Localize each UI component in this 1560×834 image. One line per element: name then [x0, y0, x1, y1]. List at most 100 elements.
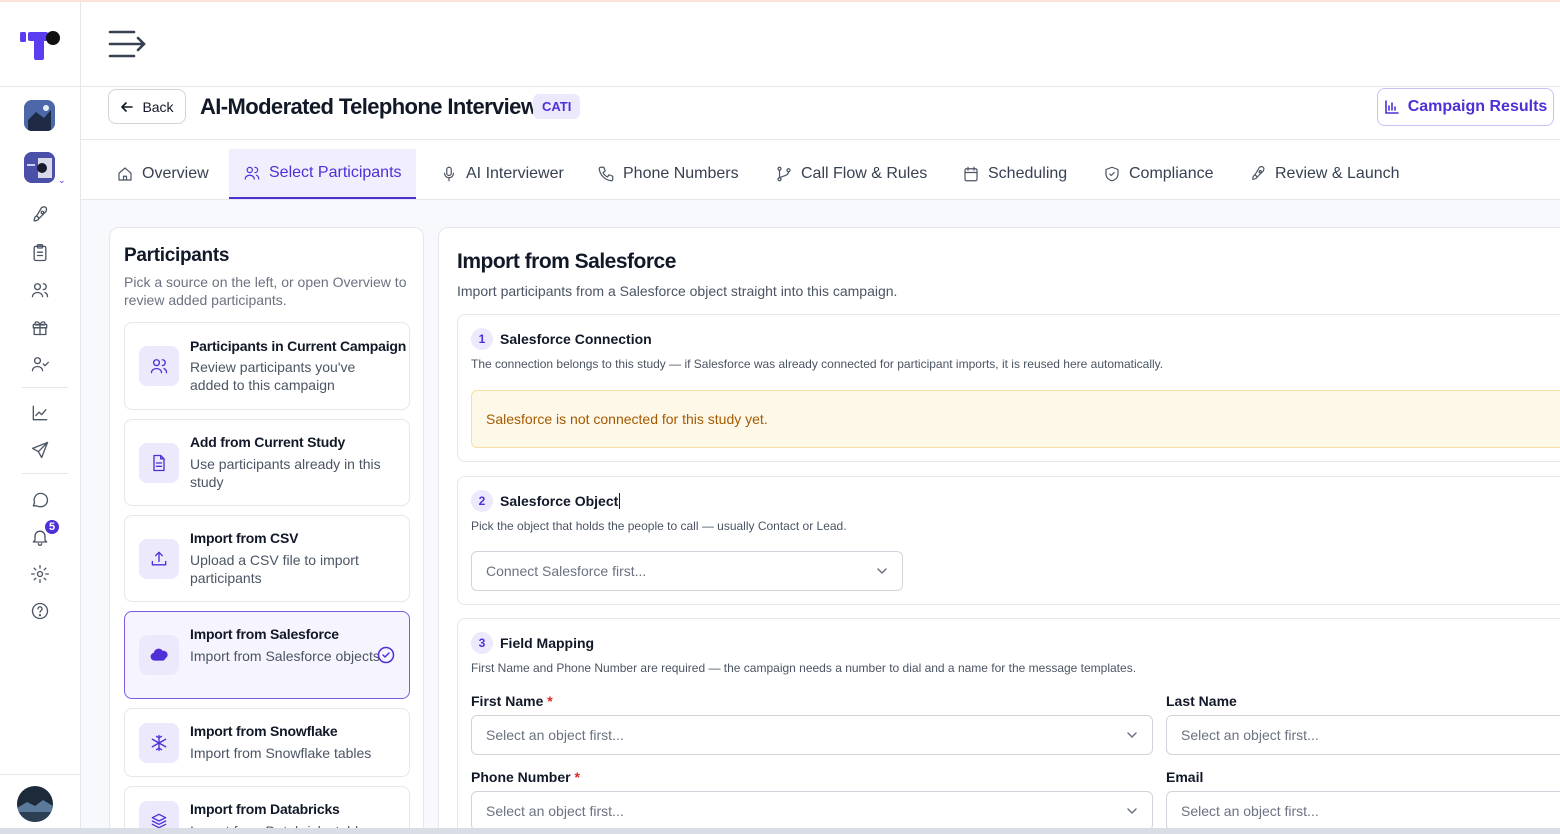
mic-icon [443, 166, 455, 182]
rocket-icon [1252, 166, 1265, 180]
workspace-avatar-2[interactable] [24, 152, 55, 183]
section-description: The connection belongs to this study — i… [471, 357, 1164, 371]
source-description: Import from Salesforce objects [190, 648, 380, 664]
chat-icon[interactable] [29, 489, 51, 511]
source-description: Import from Snowflake tables [190, 745, 372, 761]
salesforce-object-select[interactable]: Connect Salesforce first... [471, 551, 903, 591]
section-description: First Name and Phone Number are required… [471, 661, 1137, 675]
git-branch-icon [777, 166, 791, 182]
source-snowflake[interactable]: Import from Snowflake Import from Snowfl… [124, 708, 410, 777]
tab-label: Scheduling [988, 165, 1068, 182]
check-circle-icon [377, 646, 395, 669]
email-select[interactable]: Select an object first... [1166, 791, 1560, 831]
campaign-results-button[interactable]: Campaign Results [1377, 88, 1554, 126]
back-button[interactable]: Back [108, 89, 186, 124]
import-description: Import participants from a Salesforce ob… [457, 283, 898, 299]
tab-label: Phone Numbers [623, 165, 739, 182]
source-databricks[interactable]: Import from Databricks Import from Datab… [124, 786, 410, 834]
rail-divider [0, 86, 80, 87]
section-title: Salesforce Connection [500, 331, 652, 347]
shield-check-icon [1105, 166, 1119, 182]
section-connection: 1 Salesforce Connection The connection b… [457, 314, 1560, 462]
last-name-select[interactable]: Select an object first... [1166, 715, 1560, 755]
phone-number-select[interactable]: Select an object first... [471, 791, 1153, 831]
chevron-down-icon [1127, 732, 1137, 739]
user-check-icon[interactable] [29, 353, 51, 375]
import-salesforce-panel: Import from Salesforce Import participan… [438, 227, 1560, 834]
step-number: 2 [471, 490, 493, 512]
settings-icon[interactable] [29, 563, 51, 585]
source-title: Participants in Current Campaign [190, 338, 407, 354]
rail-separator [22, 387, 68, 388]
source-title: Add from Current Study [190, 434, 346, 450]
workspace-chevron-icon[interactable]: ⌄ [58, 175, 66, 186]
source-salesforce[interactable]: Import from Salesforce Import from Sales… [124, 611, 410, 699]
tab-review-launch[interactable]: Review & Launch [1235, 149, 1414, 199]
bottom-scroll-strip [0, 828, 1560, 834]
last-name-label: Last Name [1166, 693, 1237, 709]
tab-call-flow-rules[interactable]: Call Flow & Rules [761, 149, 941, 199]
campaign-titlebar: Back AI-Moderated Telephone Interview CA… [81, 87, 1560, 140]
select-placeholder: Select an object first... [486, 727, 624, 743]
step-number: 1 [471, 328, 493, 350]
section-title: Salesforce Object [500, 493, 621, 509]
calendar-icon [964, 166, 978, 182]
back-label: Back [142, 98, 174, 115]
mode-badge: CATI [533, 94, 581, 119]
step-number: 3 [471, 632, 493, 654]
send-icon[interactable] [29, 439, 51, 461]
tab-compliance[interactable]: Compliance [1089, 149, 1227, 199]
left-rail: ⌄ 5 [0, 2, 81, 828]
user-avatar[interactable] [17, 786, 53, 822]
tab-select-participants[interactable]: Select Participants [229, 149, 416, 199]
source-current-campaign[interactable]: Participants in Current Campaign Review … [124, 322, 410, 410]
tab-label: Overview [142, 165, 209, 182]
tab-label: Review & Launch [1275, 165, 1400, 182]
workspace-avatar-1[interactable] [24, 100, 55, 131]
source-description: Use participants already in this study [190, 456, 381, 490]
home-icon [118, 167, 132, 181]
rail-divider [0, 774, 80, 775]
section-description: Pick the object that holds the people to… [471, 519, 847, 533]
rocket-icon[interactable] [29, 204, 51, 226]
chart-icon[interactable] [29, 402, 51, 424]
import-title: Import from Salesforce [457, 250, 676, 273]
notification-badge: 5 [43, 518, 61, 536]
snowflake-icon [139, 723, 179, 763]
text-cursor [619, 493, 621, 509]
select-placeholder: Select an object first... [1181, 803, 1319, 819]
first-name-label: First Name * [471, 693, 553, 709]
tab-scheduling[interactable]: Scheduling [948, 149, 1081, 199]
tab-ai-interviewer[interactable]: AI Interviewer [426, 149, 578, 199]
gift-icon[interactable] [29, 316, 51, 338]
source-title: Import from Databricks [190, 801, 340, 817]
connection-warning: Salesforce is not connected for this stu… [471, 390, 1560, 448]
source-current-study[interactable]: Add from Current Study Use participants … [124, 419, 410, 506]
campaign-results-label: Campaign Results [1407, 98, 1548, 115]
first-name-select[interactable]: Select an object first... [471, 715, 1153, 755]
menu-arrow-icon[interactable] [107, 26, 149, 62]
arrow-left-icon [121, 101, 134, 112]
tab-phone-numbers[interactable]: Phone Numbers [583, 149, 753, 199]
app-logo[interactable] [20, 28, 60, 64]
tab-label: AI Interviewer [466, 165, 564, 182]
chevron-down-icon [1127, 808, 1137, 815]
tab-label: Select Participants [269, 164, 402, 181]
chevron-down-icon [877, 568, 887, 575]
email-label: Email [1166, 769, 1204, 785]
users-icon[interactable] [29, 279, 51, 301]
select-placeholder: Select an object first... [1181, 727, 1319, 743]
clipboard-icon[interactable] [29, 242, 51, 264]
campaign-tabs: Overview Select Participants AI Intervie… [81, 140, 1560, 200]
upload-icon [139, 539, 179, 579]
bar-chart-icon [1384, 100, 1399, 114]
section-title: Field Mapping [500, 635, 595, 651]
source-csv[interactable]: Import from CSV Upload a CSV file to imp… [124, 515, 410, 602]
tab-overview[interactable]: Overview [102, 149, 223, 199]
help-icon[interactable] [29, 600, 51, 622]
document-icon [139, 443, 179, 483]
tab-label: Compliance [1129, 165, 1214, 182]
source-title: Import from Salesforce [190, 626, 339, 642]
phone-number-label: Phone Number * [471, 769, 580, 785]
source-title: Import from CSV [190, 530, 299, 546]
